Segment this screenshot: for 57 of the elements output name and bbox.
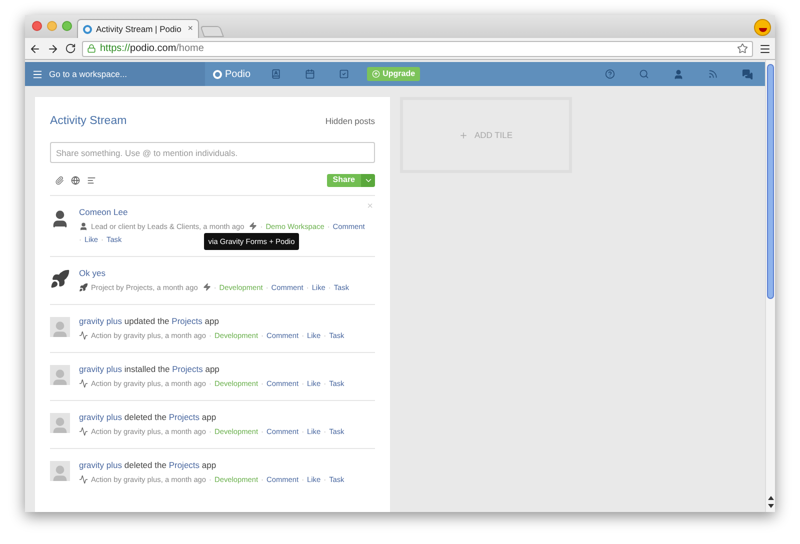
brand-name[interactable]: Podio: [225, 66, 251, 82]
emoji-face-icon: [754, 19, 771, 36]
chat-icon[interactable]: [742, 68, 753, 80]
zoom-window-icon[interactable]: [62, 21, 72, 31]
rocket-icon: [50, 268, 70, 289]
align-icon[interactable]: [87, 176, 96, 185]
lock-icon: [87, 44, 96, 53]
reload-icon[interactable]: [65, 43, 76, 54]
share-input-field[interactable]: Share something. Use @ to mention individuals.: [50, 142, 375, 164]
user-icon[interactable]: [673, 68, 684, 80]
lightning-icon[interactable]: [249, 222, 258, 230]
forward-icon[interactable]: [47, 42, 59, 54]
bookmark-star-icon[interactable]: [737, 43, 748, 54]
avatar-placeholder: [50, 316, 70, 337]
calendar-icon[interactable]: [304, 69, 315, 79]
close-window-icon[interactable]: [32, 21, 42, 31]
activity-icon: [79, 378, 88, 388]
rocket-icon: [79, 282, 88, 292]
avatar-placeholder: [50, 412, 70, 433]
address-bar[interactable]: https://podio.com/home: [82, 40, 753, 56]
new-tab-button[interactable]: [200, 26, 224, 37]
tab-title: Activity Stream | Podio: [96, 22, 182, 36]
menu-icon[interactable]: [759, 42, 771, 54]
search-icon[interactable]: [639, 69, 649, 79]
podio-logo-icon: [83, 24, 92, 34]
scroll-down-icon[interactable]: [768, 504, 774, 508]
lightning-icon[interactable]: [202, 283, 211, 292]
browser-tab[interactable]: Activity Stream | Podio ×: [77, 19, 199, 38]
back-icon[interactable]: [29, 42, 41, 54]
feed-item-title: gravity plus deleted the Projects app: [79, 410, 216, 423]
scroll-up-icon[interactable]: [768, 496, 774, 500]
avatar-placeholder: [50, 364, 70, 385]
person-icon: [79, 222, 88, 231]
plus-icon: [459, 130, 468, 140]
podio-logo-icon: [213, 70, 222, 78]
feed-item-title: gravity plus deleted the Projects app: [79, 458, 216, 471]
feed-item-title: Ok yes: [79, 266, 106, 279]
feed-item-title: gravity plus installed the Projects app: [79, 362, 220, 375]
activity-icon: [79, 330, 88, 340]
tab-close[interactable]: ×: [188, 22, 193, 36]
feed-icon[interactable]: [708, 69, 718, 79]
contacts-icon[interactable]: [270, 69, 281, 79]
share-options-button[interactable]: [361, 174, 375, 187]
url-text: https://podio.com/home: [100, 42, 204, 56]
activity-icon: [79, 474, 88, 484]
attach-icon[interactable]: [55, 176, 64, 185]
tasks-icon[interactable]: [338, 69, 349, 79]
feed-item-title: Comeon Lee: [79, 206, 128, 218]
activity-icon: [79, 426, 88, 436]
globe-icon[interactable]: [71, 176, 80, 185]
help-icon[interactable]: [605, 69, 615, 79]
stream-title: Activity Stream: [50, 114, 127, 129]
avatar-placeholder: [50, 460, 70, 481]
scrollbar-thumb[interactable]: [767, 64, 774, 299]
hidden-posts-link[interactable]: Hidden posts: [325, 115, 375, 128]
feed-item-title: gravity plus updated the Projects app: [79, 314, 219, 327]
minimize-window-icon[interactable]: [47, 21, 57, 31]
